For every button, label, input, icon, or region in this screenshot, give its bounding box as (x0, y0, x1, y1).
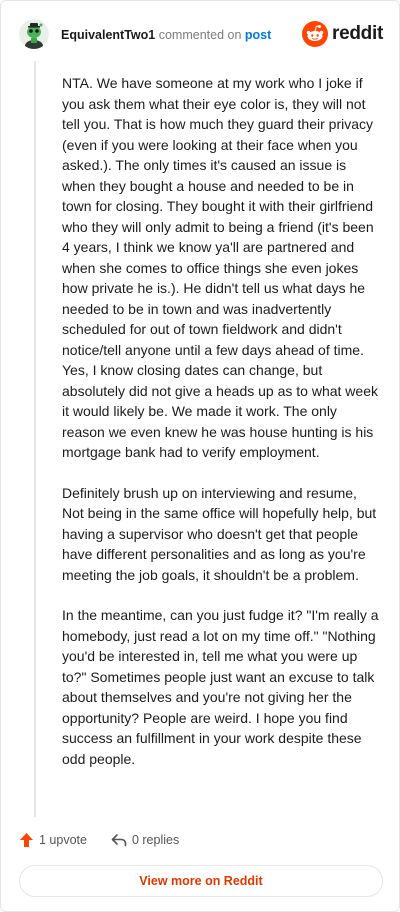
reddit-logo-icon (302, 21, 329, 47)
reddit-brand[interactable]: reddit (302, 21, 383, 47)
reply-count: 0 replies (131, 833, 180, 847)
comment-paragraph: In the meantime, can you just fudge it? … (62, 607, 379, 767)
upvote-count: 1 upvote (39, 833, 87, 847)
upvote-arrow-icon (20, 833, 33, 847)
thread-line (34, 61, 36, 817)
comment-paragraph: Definitely brush up on interviewing and … (62, 484, 377, 583)
reply-button[interactable]: 0 replies (111, 833, 179, 847)
post-link[interactable]: post (245, 28, 271, 42)
view-more-button[interactable]: View more on Reddit (19, 865, 383, 897)
upvote-button[interactable]: 1 upvote (19, 832, 87, 848)
reddit-wordmark: reddit (332, 23, 383, 44)
author-line: EquivalentTwo1 commented on post (61, 27, 271, 43)
author-name[interactable]: EquivalentTwo1 (61, 28, 155, 42)
comment-body: NTA. We have someone at my work who I jo… (62, 73, 380, 789)
comment-header: EquivalentTwo1 commented on post reddit (19, 19, 383, 51)
reply-arrow-icon (111, 834, 127, 847)
commented-on-text: commented on (158, 28, 242, 42)
snoo-avatar-icon (19, 19, 49, 49)
avatar[interactable] (19, 19, 49, 49)
view-more-label: View more on Reddit (139, 874, 263, 888)
comment-paragraph: NTA. We have someone at my work who I jo… (62, 75, 378, 460)
comment-actions: 1 upvote 0 replies (19, 830, 203, 850)
comment-card: EquivalentTwo1 commented on post reddit … (0, 0, 400, 912)
